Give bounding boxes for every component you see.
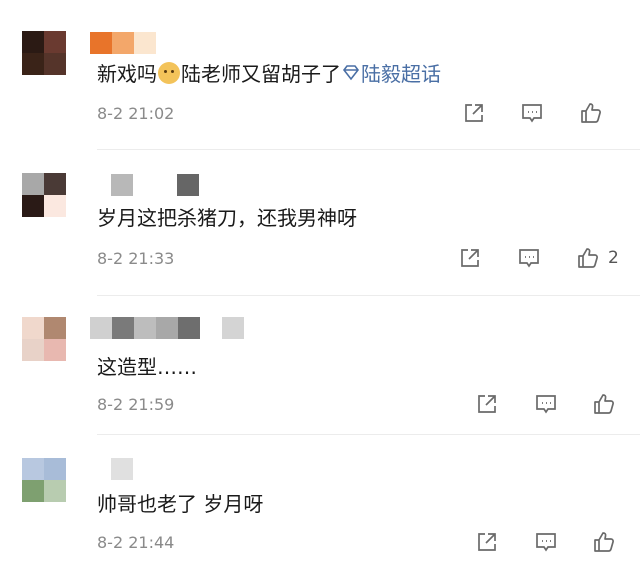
- diamond-topic-icon: [342, 64, 360, 80]
- like-button[interactable]: [592, 530, 624, 554]
- comment-text: 岁月这把杀猪刀，还我男神呀: [97, 206, 357, 230]
- doge-emoji-icon: [158, 61, 180, 84]
- comment-button[interactable]: [534, 530, 558, 554]
- username[interactable]: [90, 32, 156, 54]
- comment-icon: [519, 249, 539, 268]
- comment-text: 帅哥也老了 岁月呀: [97, 492, 264, 516]
- like-button[interactable]: 2: [576, 246, 619, 270]
- comment-icon: [522, 104, 542, 123]
- share-icon: [478, 395, 496, 413]
- timestamp: 8-2 21:59: [97, 395, 175, 414]
- comment-text-part: 陆老师又留胡子了: [181, 62, 341, 86]
- thumbs-up-icon: [578, 248, 598, 268]
- comment-button[interactable]: [517, 246, 541, 270]
- thumbs-up-icon: [594, 532, 614, 552]
- like-count: 2: [608, 248, 619, 268]
- timestamp: 8-2 21:44: [97, 533, 175, 552]
- username[interactable]: [111, 174, 199, 196]
- like-button[interactable]: [592, 392, 624, 416]
- comment-item: 这造型…… 8-2 21:59: [0, 295, 640, 435]
- share-icon: [465, 104, 483, 122]
- username[interactable]: [90, 317, 244, 339]
- avatar[interactable]: [22, 317, 66, 361]
- share-button[interactable]: [462, 101, 486, 125]
- comment-item: 岁月这把杀猪刀，还我男神呀 8-2 21:33 2: [0, 150, 640, 296]
- share-button[interactable]: [458, 246, 482, 270]
- share-button[interactable]: [475, 530, 499, 554]
- share-icon: [461, 249, 479, 267]
- avatar[interactable]: [22, 458, 66, 502]
- comment-text-part: 新戏吗: [97, 62, 157, 86]
- comment-text: 新戏吗 陆老师又留胡子了 陆毅超话: [97, 58, 441, 87]
- comment-icon: [536, 533, 556, 552]
- timestamp: 8-2 21:02: [97, 104, 175, 123]
- comment-item: 帅哥也老了 岁月呀 8-2 21:44: [0, 435, 640, 569]
- avatar[interactable]: [22, 31, 66, 75]
- topic-label: 陆毅超话: [361, 62, 441, 86]
- thumbs-up-icon: [594, 394, 614, 414]
- comment-text: 这造型……: [97, 355, 197, 379]
- share-button[interactable]: [475, 392, 499, 416]
- share-icon: [478, 533, 496, 551]
- timestamp: 8-2 21:33: [97, 249, 175, 268]
- comment-item: 新戏吗 陆老师又留胡子了 陆毅超话 8-2 21:02: [0, 0, 640, 150]
- thumbs-up-icon: [581, 103, 601, 123]
- topic-link[interactable]: 陆毅超话: [341, 58, 441, 87]
- comment-button[interactable]: [520, 101, 544, 125]
- username[interactable]: [111, 458, 133, 480]
- like-button[interactable]: [579, 101, 611, 125]
- comment-icon: [536, 395, 556, 414]
- comment-button[interactable]: [534, 392, 558, 416]
- avatar[interactable]: [22, 173, 66, 217]
